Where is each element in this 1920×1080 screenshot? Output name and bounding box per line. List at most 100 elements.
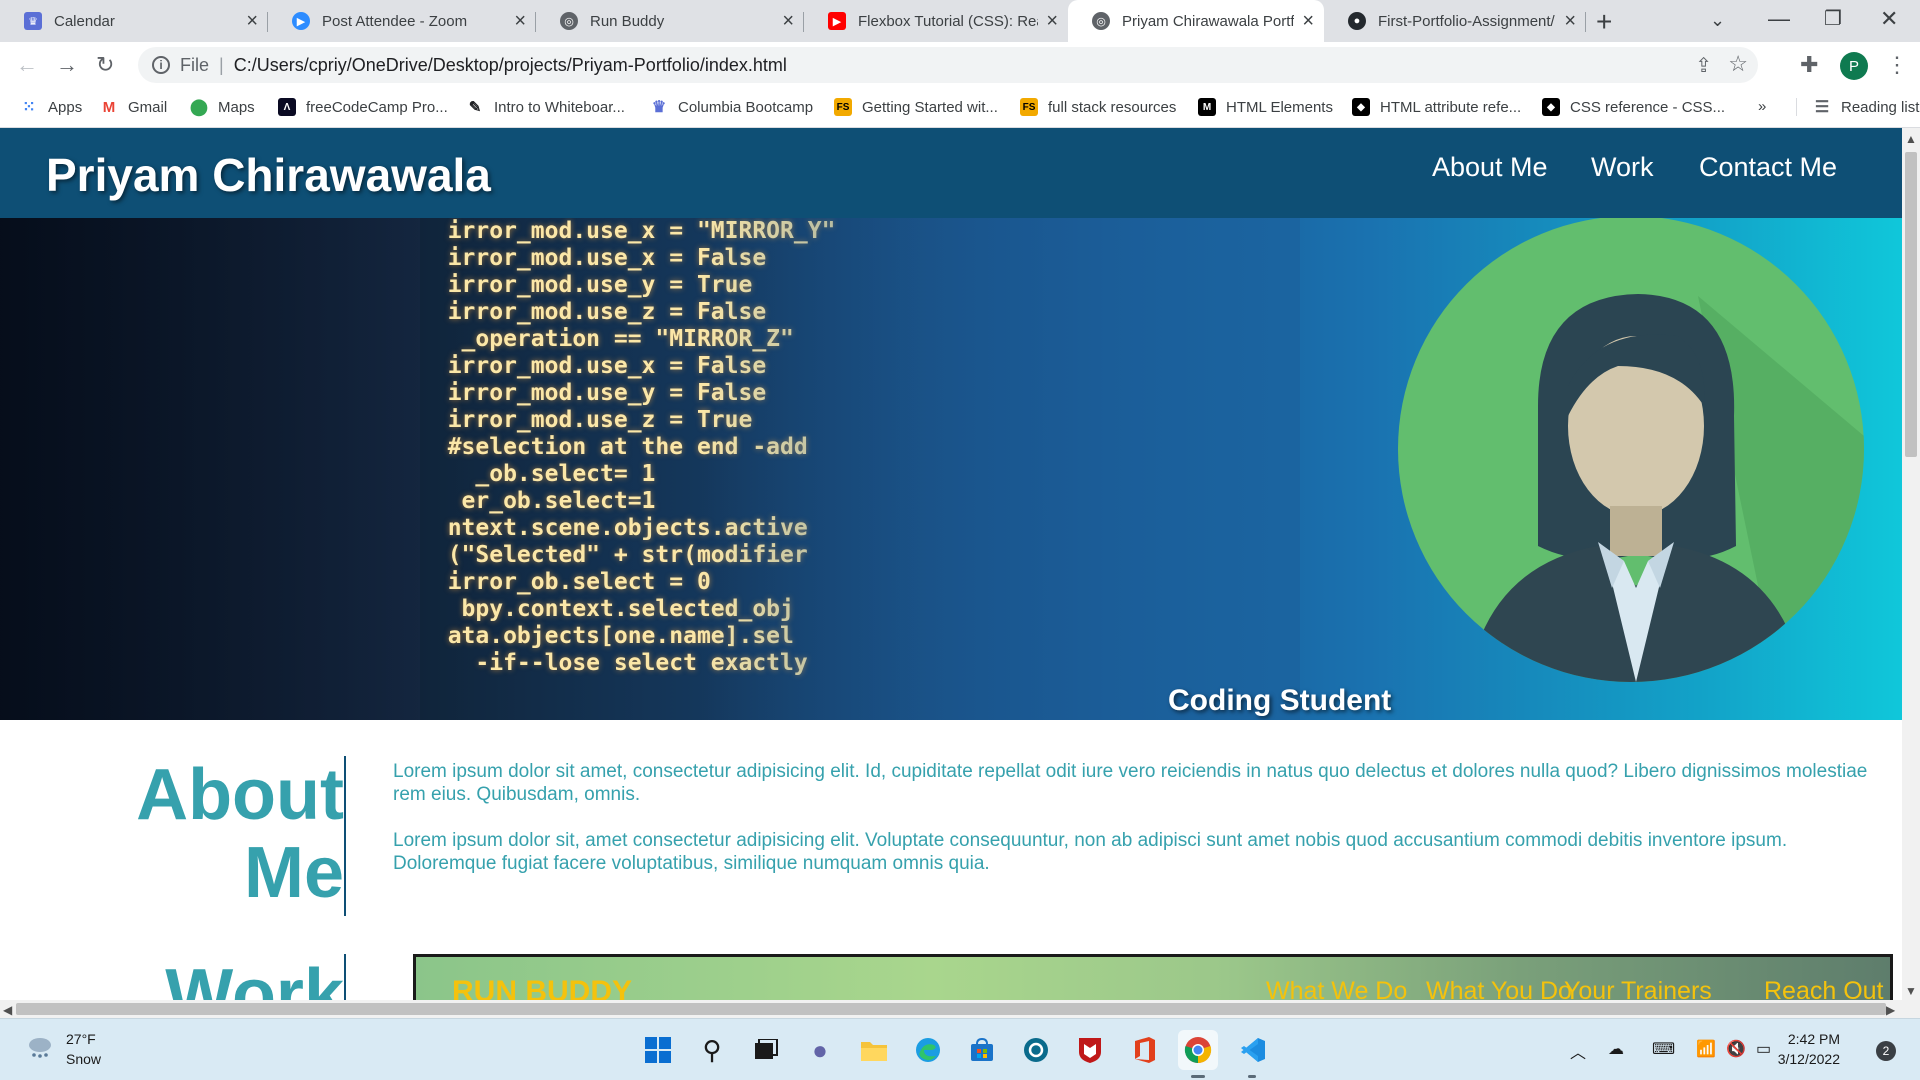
tab-calendar[interactable]: ♛ Calendar ×: [0, 0, 268, 42]
tab-github[interactable]: ● First-Portfolio-Assignment/ ×: [1324, 0, 1586, 42]
bookmark-label: Intro to Whiteboar...: [494, 98, 625, 116]
nav-about-me[interactable]: About Me: [1432, 152, 1548, 183]
horizontal-scroll-thumb[interactable]: [16, 1003, 1886, 1015]
profile-avatar-illustration: [1398, 218, 1864, 682]
mcafee-icon[interactable]: [1070, 1030, 1110, 1070]
bookmark-apps[interactable]: ⁙ Apps: [20, 98, 83, 117]
bookmark-label: Getting Started wit...: [862, 98, 998, 116]
edge-icon[interactable]: [908, 1030, 948, 1070]
chrome-running-indicator: [1191, 1075, 1205, 1078]
bookmark-maps[interactable]: ⬤ Maps: [190, 98, 255, 117]
toolbar: ← → ↻ i File | C:/Users/cpriy/OneDrive/D…: [0, 42, 1920, 88]
bookmark-css-reference[interactable]: ◆ CSS reference - CSS...: [1542, 98, 1725, 116]
work-card-run-buddy[interactable]: RUN BUDDY What We Do What You Do Your Tr…: [413, 954, 1893, 1000]
reading-list-icon: ☰: [1814, 99, 1830, 116]
freecodecamp-icon: Λ: [278, 98, 296, 116]
dell-icon[interactable]: [1016, 1030, 1056, 1070]
clock-time[interactable]: 2:42 PM: [1780, 1031, 1840, 1047]
windows-start-icon[interactable]: [638, 1030, 678, 1070]
tab-portfolio[interactable]: ◎ Priyam Chirawawala Portfol ×: [1068, 0, 1324, 42]
reading-list[interactable]: ☰ Reading list: [1796, 98, 1919, 116]
reload-icon[interactable]: ↻: [96, 52, 114, 78]
w3-icon: ◆: [1542, 98, 1560, 116]
hero-banner: irror_mod.use_x = "MIRROR_Y" irror_mod.u…: [0, 218, 1902, 720]
tab-search-chevron-icon[interactable]: ⌄: [1710, 10, 1725, 31]
scroll-right-arrow-icon[interactable]: ▶: [1886, 1003, 1895, 1017]
minimize-icon[interactable]: —: [1768, 6, 1790, 32]
bookmark-whiteboard[interactable]: ✎ Intro to Whiteboar...: [466, 98, 625, 117]
bookmark-star-icon[interactable]: ☆: [1728, 51, 1748, 77]
bookmark-full-stack[interactable]: FS full stack resources: [1020, 98, 1176, 116]
tab-flexbox-tutorial[interactable]: ▶ Flexbox Tutorial (CSS): Real ×: [804, 0, 1068, 42]
about-divider: [344, 756, 346, 916]
work-card-nav-item: What You Do: [1426, 977, 1572, 1000]
bookmark-freecodecamp[interactable]: Λ freeCodeCamp Pro...: [278, 98, 448, 116]
about-heading: About Me: [130, 756, 344, 912]
notification-badge[interactable]: 2: [1876, 1041, 1896, 1061]
reading-list-label: Reading list: [1841, 98, 1920, 116]
back-arrow-icon[interactable]: ←: [16, 52, 38, 78]
search-icon[interactable]: ⚲: [692, 1030, 732, 1070]
nav-work[interactable]: Work: [1591, 152, 1654, 183]
about-paragraph-1: Lorem ipsum dolor sit amet, consectetur …: [393, 761, 1868, 805]
tab-zoom[interactable]: ▶ Post Attendee - Zoom ×: [268, 0, 536, 42]
bookmark-label: Maps: [218, 98, 255, 116]
tab-title: First-Portfolio-Assignment/: [1378, 12, 1555, 30]
close-tab-icon[interactable]: ×: [514, 10, 526, 33]
site-info-icon[interactable]: i: [152, 56, 170, 74]
bookmark-html-attribute[interactable]: ◆ HTML attribute refe...: [1352, 98, 1521, 116]
bookmark-getting-started[interactable]: FS Getting Started wit...: [834, 98, 998, 116]
weather-description[interactable]: Snow: [66, 1051, 101, 1067]
onedrive-cloud-icon[interactable]: ☁: [1608, 1039, 1624, 1059]
nav-contact-me[interactable]: Contact Me: [1699, 152, 1837, 183]
scroll-down-arrow-icon[interactable]: ▼: [1905, 984, 1917, 998]
store-icon[interactable]: [962, 1030, 1002, 1070]
task-view-icon[interactable]: [746, 1030, 786, 1070]
profile-avatar[interactable]: P: [1840, 52, 1868, 80]
new-tab-plus-icon[interactable]: +: [1596, 6, 1612, 38]
columbia-crown-icon: ♛: [24, 12, 42, 30]
work-heading: Work: [165, 955, 344, 1000]
keyboard-icon[interactable]: ⌨: [1652, 1039, 1675, 1059]
close-tab-icon[interactable]: ×: [1564, 10, 1576, 33]
close-tab-icon[interactable]: ×: [246, 10, 258, 33]
bookmark-html-elements[interactable]: M HTML Elements: [1198, 98, 1333, 116]
chrome-icon[interactable]: [1178, 1030, 1218, 1070]
fs-icon: FS: [1020, 98, 1038, 116]
bookmark-gmail[interactable]: M Gmail: [100, 98, 167, 116]
extensions-puzzle-icon[interactable]: ✚: [1800, 52, 1818, 78]
work-card-nav-item: Reach Out: [1764, 977, 1884, 1000]
weather-temperature[interactable]: 27°F: [66, 1031, 96, 1047]
url-separator: |: [219, 54, 224, 75]
office-icon[interactable]: [1124, 1030, 1164, 1070]
close-tab-icon[interactable]: ×: [1046, 10, 1058, 33]
vscode-icon[interactable]: [1232, 1030, 1272, 1070]
volume-muted-icon[interactable]: 🔇: [1726, 1039, 1746, 1059]
close-window-icon[interactable]: ✕: [1880, 6, 1898, 32]
tab-run-buddy[interactable]: ◎ Run Buddy ×: [536, 0, 804, 42]
site-name[interactable]: Priyam Chirawawala: [46, 148, 491, 202]
teams-chat-icon[interactable]: ●: [800, 1030, 840, 1070]
close-tab-icon[interactable]: ×: [1302, 10, 1314, 33]
tray-overflow-chevron-icon[interactable]: ︿: [1570, 1039, 1586, 1063]
bookmark-columbia[interactable]: ♛ Columbia Bootcamp: [650, 98, 813, 117]
bookmark-label: Gmail: [128, 98, 168, 116]
address-bar[interactable]: i File | C:/Users/cpriy/OneDrive/Desktop…: [138, 47, 1758, 83]
wifi-icon[interactable]: 📶: [1696, 1039, 1716, 1059]
bookmarks-overflow[interactable]: »: [1758, 98, 1766, 115]
forward-arrow-icon[interactable]: →: [56, 52, 78, 78]
vertical-scroll-thumb[interactable]: [1905, 152, 1917, 457]
bookmark-label: full stack resources: [1048, 98, 1177, 116]
file-explorer-icon[interactable]: [854, 1030, 894, 1070]
scroll-left-arrow-icon[interactable]: ◀: [3, 1003, 12, 1017]
scroll-up-arrow-icon[interactable]: ▲: [1905, 132, 1917, 146]
bookmark-label: Apps: [48, 98, 83, 116]
snow-weather-icon[interactable]: [26, 1035, 54, 1059]
restore-icon[interactable]: ❐: [1824, 6, 1842, 31]
close-tab-icon[interactable]: ×: [782, 10, 794, 33]
about-heading-line2: Me: [243, 833, 344, 913]
clock-date[interactable]: 3/12/2022: [1764, 1051, 1840, 1067]
share-icon[interactable]: ⇪: [1695, 53, 1712, 78]
w3-icon: ◆: [1352, 98, 1370, 116]
menu-kebab-icon[interactable]: ⋮: [1886, 52, 1908, 78]
